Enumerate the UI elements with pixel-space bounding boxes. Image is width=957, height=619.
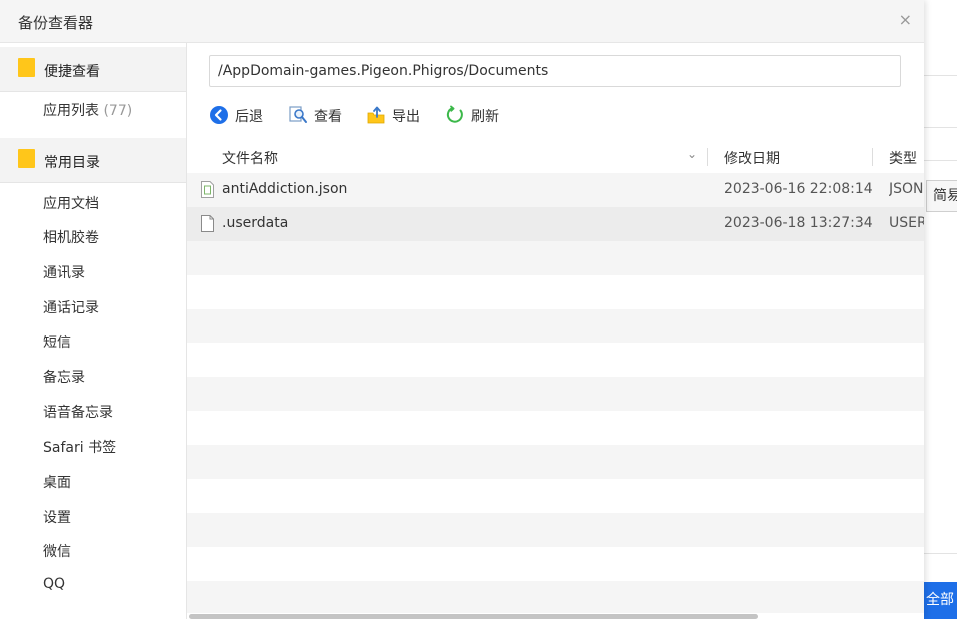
column-header-modified[interactable]: 修改日期 — [724, 148, 780, 168]
sidebar-item-desktop[interactable]: 桌面 — [0, 464, 186, 498]
sidebar-item-messages[interactable]: 短信 — [0, 324, 186, 358]
json-file-icon — [201, 181, 214, 198]
file-type: USER — [889, 215, 924, 231]
sidebar-section-label: 常用目录 — [44, 155, 100, 171]
file-name: .userdata — [222, 215, 289, 231]
file-modified: 2023-06-18 13:27:34 — [724, 215, 873, 231]
empty-row — [187, 581, 924, 613]
back-button[interactable]: 后退 — [209, 103, 273, 127]
empty-row — [187, 241, 924, 275]
sidebar-item-call-history[interactable]: 通话记录 — [0, 289, 186, 323]
sidebar-item-label: 通话记录 — [43, 300, 99, 316]
back-label: 后退 — [235, 109, 263, 125]
empty-row — [187, 275, 924, 309]
background-divider — [924, 75, 957, 76]
background-all-label: 全部 — [926, 592, 954, 608]
sidebar-item-label: 通讯录 — [43, 265, 85, 281]
background-divider — [924, 553, 957, 554]
background-divider — [924, 160, 957, 161]
table-row[interactable]: .userdata 2023-06-18 13:27:34 USER — [187, 207, 924, 241]
folder-icon — [18, 58, 35, 77]
close-button[interactable]: × — [899, 10, 912, 29]
empty-row — [187, 411, 924, 445]
sidebar-item-label: 设置 — [43, 510, 71, 526]
table-row[interactable]: antiAddiction.json 2023-06-16 22:08:14 J… — [187, 173, 924, 207]
column-header-type[interactable]: 类型 — [889, 148, 917, 168]
sidebar-item-label: 短信 — [43, 335, 71, 351]
column-header-name[interactable]: 文件名称 — [222, 148, 278, 168]
sidebar-item-qq[interactable]: QQ — [0, 568, 186, 602]
back-arrow-icon — [210, 106, 228, 124]
chevron-down-icon[interactable]: ⌄ — [687, 147, 697, 161]
sidebar-item-label: 语音备忘录 — [43, 405, 113, 421]
file-browser: 后退 查看 导出 — [187, 43, 924, 619]
background-simple-button[interactable]: 简易 — [926, 180, 957, 212]
view-button[interactable]: 查看 — [288, 103, 352, 127]
background-app-panel — [924, 0, 957, 619]
export-folder-icon — [367, 106, 385, 124]
sidebar-item-app-list[interactable]: 应用列表 (77) — [0, 92, 186, 126]
column-divider[interactable] — [707, 148, 708, 166]
sidebar-section-common-dirs[interactable]: 常用目录 — [0, 138, 186, 183]
sidebar-item-contacts[interactable]: 通讯录 — [0, 254, 186, 288]
empty-row — [187, 377, 924, 411]
sidebar-item-notes[interactable]: 备忘录 — [0, 359, 186, 393]
sidebar-item-label: Safari 书签 — [43, 440, 117, 456]
sidebar-item-wechat[interactable]: 微信 — [0, 533, 186, 567]
empty-row — [187, 513, 924, 547]
sidebar-item-voice-memos[interactable]: 语音备忘录 — [0, 394, 186, 428]
file-modified: 2023-06-16 22:08:14 — [724, 181, 873, 197]
sidebar-item-label: QQ — [43, 576, 66, 592]
empty-row — [187, 343, 924, 377]
sidebar-item-label: 桌面 — [43, 475, 71, 491]
background-simple-label: 简易 — [933, 188, 957, 204]
refresh-button[interactable]: 刷新 — [445, 103, 509, 127]
folder-icon — [18, 149, 35, 168]
path-input[interactable] — [209, 55, 901, 87]
column-divider[interactable] — [872, 148, 873, 166]
sidebar-item-label: 微信 — [43, 544, 71, 560]
background-all-button[interactable]: 全部 — [924, 582, 957, 619]
sidebar-item-label: 应用列表 — [43, 103, 99, 119]
export-label: 导出 — [392, 109, 420, 125]
background-divider — [924, 127, 957, 128]
refresh-label: 刷新 — [471, 109, 499, 125]
horizontal-scrollbar[interactable] — [189, 614, 758, 619]
file-name: antiAddiction.json — [222, 181, 348, 197]
sidebar-item-settings[interactable]: 设置 — [0, 499, 186, 533]
sidebar-item-app-documents[interactable]: 应用文档 — [0, 185, 186, 219]
empty-row — [187, 547, 924, 581]
empty-row — [187, 445, 924, 479]
empty-row — [187, 479, 924, 513]
sidebar-item-safari-bookmarks[interactable]: Safari 书签 — [0, 429, 186, 463]
file-icon — [201, 215, 214, 232]
file-list: antiAddiction.json 2023-06-16 22:08:14 J… — [187, 173, 924, 613]
sidebar-item-label: 应用文档 — [43, 196, 99, 212]
empty-row — [187, 309, 924, 343]
sidebar-item-label: 相机胶卷 — [43, 230, 99, 246]
apps-count-badge: (77) — [103, 103, 133, 119]
file-table-header: 文件名称 ⌄ 修改日期 类型 — [187, 142, 924, 174]
file-type: JSON — [889, 181, 924, 197]
sidebar-section-quick-view[interactable]: 便捷查看 — [0, 47, 186, 92]
sidebar-item-camera-roll[interactable]: 相机胶卷 — [0, 219, 186, 253]
dialog-title: 备份查看器 — [18, 14, 94, 32]
sidebar-section-label: 便捷查看 — [44, 64, 100, 80]
view-label: 查看 — [314, 109, 342, 125]
dialog-titlebar: 备份查看器 × — [0, 0, 924, 43]
magnifier-icon — [289, 106, 307, 123]
sidebar-item-label: 备忘录 — [43, 370, 85, 386]
sidebar: 便捷查看 应用列表 (77) 常用目录 应用文档 相机胶卷 通讯录 通话记录 短… — [0, 43, 187, 619]
refresh-icon — [446, 105, 463, 123]
export-button[interactable]: 导出 — [366, 103, 430, 127]
backup-viewer-dialog: 备份查看器 × 便捷查看 应用列表 (77) 常用目录 应用文档 相机胶卷 通讯… — [0, 0, 924, 619]
